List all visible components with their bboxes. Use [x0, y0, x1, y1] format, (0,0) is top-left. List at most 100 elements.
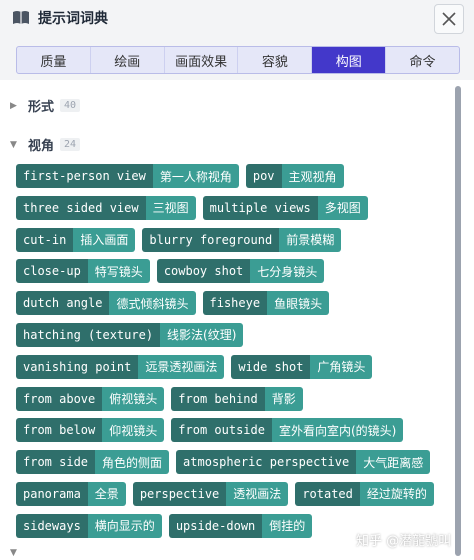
tab-4[interactable]: 构图 [312, 47, 387, 73]
tag-english: from outside [171, 418, 272, 443]
tag-english: multiple views [202, 195, 318, 220]
tag-english: cut-in [16, 227, 74, 252]
tag-chinese: 经过旋转的 [359, 481, 434, 506]
prompt-tag[interactable]: fisheye 鱼眼镜头 [202, 291, 330, 316]
section-count: 24 [60, 138, 81, 151]
tag-english: wide shot [231, 354, 311, 379]
prompt-tag[interactable]: pov 主观视角 [245, 164, 344, 188]
tag-english: from side [16, 450, 96, 475]
tab-3[interactable]: 容貌 [238, 47, 313, 73]
tag-row: three sided view 三视图 multiple views 多视图 [16, 195, 452, 220]
prompt-tag[interactable]: panorama 全景 [16, 481, 126, 506]
prompt-tag[interactable]: hatching (texture) 线影法(纹理) [16, 322, 244, 347]
tag-english: first-person view [16, 164, 153, 188]
category-tabs: 质量 绘画 画面效果 容貌 构图 命令 [16, 46, 460, 74]
prompt-tag[interactable]: close-up 特写镜头 [16, 259, 150, 284]
tab-2[interactable]: 画面效果 [165, 47, 239, 73]
caret-right-icon: ▶ [10, 100, 17, 111]
prompt-tag[interactable]: cowboy shot 七分身镜头 [156, 259, 325, 284]
tag-chinese: 特写镜头 [87, 259, 150, 284]
prompt-tag[interactable]: sideways 横向显示的 [16, 513, 162, 538]
tag-chinese: 角色的侧面 [95, 450, 170, 475]
tab-1[interactable]: 绘画 [91, 47, 165, 73]
tag-row: vanishing point 远景透视画法 wide shot 广角镜头 [16, 354, 452, 379]
tag-chinese: 七分身镜头 [250, 259, 325, 284]
tag-chinese: 透视画法 [226, 481, 289, 506]
tab-0[interactable]: 质量 [17, 47, 91, 73]
prompt-tag[interactable]: three sided view 三视图 [16, 195, 196, 220]
tag-row: from side 角色的侧面 atmospheric perspective 大气距… [16, 450, 452, 475]
tag-english: hatching (texture) [16, 322, 161, 347]
tag-english: pov [245, 164, 282, 188]
prompt-tag[interactable]: from below 仰视镜头 [16, 418, 165, 443]
caret-down-icon: ▼ [10, 548, 17, 558]
tag-chinese: 鱼眼镜头 [267, 291, 330, 316]
section-label: 视角 [28, 139, 55, 154]
tag-row: dutch angle 德式倾斜镜头 fisheye 鱼眼镜头 [16, 291, 452, 316]
tag-chinese: 横向显示的 [87, 513, 162, 538]
section-count: 40 [60, 99, 81, 112]
tag-english: upside-down [168, 513, 263, 538]
tag-chinese: 广角镜头 [310, 354, 373, 379]
tag-chinese: 室外看向室内(的镜头) [271, 418, 404, 443]
tag-english: dutch angle [16, 291, 110, 316]
tag-row: first-person view 第一人称视角 pov 主观视角 [16, 164, 452, 188]
section-form[interactable]: ▶ 形式 40 [10, 96, 81, 115]
prompt-tag[interactable]: atmospheric perspective 大气距离感 [176, 450, 431, 475]
prompt-tag[interactable]: wide shot 广角镜头 [231, 354, 373, 379]
tag-english: panorama [16, 481, 88, 506]
tag-chinese: 倒挂的 [262, 513, 313, 538]
tag-chinese: 线影法(纹理) [160, 322, 244, 347]
tag-chinese: 多视图 [317, 195, 368, 220]
tag-chinese: 主观视角 [281, 164, 344, 188]
tag-row: cut-in 插入画面 blurry foreground 前景模糊 [16, 227, 452, 252]
prompt-tag[interactable]: first-person view 第一人称视角 [16, 164, 239, 188]
section-viewpoint[interactable]: ▼ 视角 24 [10, 135, 81, 154]
dialog-header: 提示词词典 [0, 0, 474, 42]
tag-chinese: 大气距离感 [356, 450, 431, 475]
tag-english: cowboy shot [156, 259, 251, 284]
prompt-tag[interactable]: blurry foreground 前景模糊 [142, 227, 342, 252]
prompt-tag[interactable]: vanishing point 远景透视画法 [16, 354, 225, 379]
tag-english: perspective [132, 481, 227, 506]
tag-english: three sided view [16, 195, 146, 220]
tag-chinese: 全景 [87, 481, 126, 506]
prompt-tag[interactable]: cut-in 插入画面 [16, 227, 136, 252]
tag-chinese: 背影 [264, 386, 303, 411]
tag-chinese: 俯视镜头 [102, 386, 165, 411]
dialog-title: 提示词词典 [38, 11, 108, 27]
prompt-tag[interactable]: from above 俯视镜头 [16, 386, 165, 411]
tag-english: blurry foreground [142, 227, 280, 252]
tag-row: close-up 特写镜头 cowboy shot 七分身镜头 [16, 259, 452, 284]
close-button[interactable] [434, 4, 464, 34]
caret-down-icon: ▼ [10, 139, 17, 150]
tag-english: atmospheric perspective [176, 450, 357, 475]
prompt-tag[interactable]: dutch angle 德式倾斜镜头 [16, 291, 196, 316]
tag-row: panorama 全景 perspective 透视画法 rotated 经过旋转的 [16, 481, 452, 506]
tag-chinese: 第一人称视角 [152, 164, 239, 188]
prompt-tag[interactable]: rotated 经过旋转的 [295, 481, 434, 506]
section-next[interactable]: ▼ [10, 548, 17, 558]
tag-english: from behind [171, 386, 265, 411]
tag-chinese: 三视图 [145, 195, 196, 220]
close-icon [442, 12, 456, 26]
prompt-tag[interactable]: from side 角色的侧面 [16, 450, 170, 475]
tag-english: from above [16, 386, 103, 411]
scrollbar[interactable] [455, 86, 461, 556]
tag-list: first-person view 第一人称视角 pov 主观视角 three side… [16, 164, 452, 546]
tag-chinese: 前景模糊 [279, 227, 342, 252]
prompt-tag[interactable]: multiple views 多视图 [202, 195, 368, 220]
tab-5[interactable]: 命令 [386, 47, 459, 73]
tag-chinese: 远景透视画法 [138, 354, 225, 379]
dictionary-content: ▶ 形式 40 ▼ 视角 24 first-person view 第一人称视角 p… [0, 80, 474, 560]
tag-chinese: 德式倾斜镜头 [109, 291, 196, 316]
tag-row: from above 俯视镜头 from behind 背影 [16, 386, 452, 411]
prompt-tag[interactable]: from behind 背影 [171, 386, 303, 411]
prompt-tag[interactable]: upside-down 倒挂的 [168, 513, 313, 538]
tag-row: from below 仰视镜头 from outside 室外看向室内(的镜头) [16, 418, 452, 443]
tag-english: rotated [295, 481, 360, 506]
prompt-tag[interactable]: from outside 室外看向室内(的镜头) [171, 418, 404, 443]
tag-english: fisheye [202, 291, 268, 316]
prompt-tag[interactable]: perspective 透视画法 [132, 481, 289, 506]
tag-chinese: 插入画面 [73, 227, 136, 252]
